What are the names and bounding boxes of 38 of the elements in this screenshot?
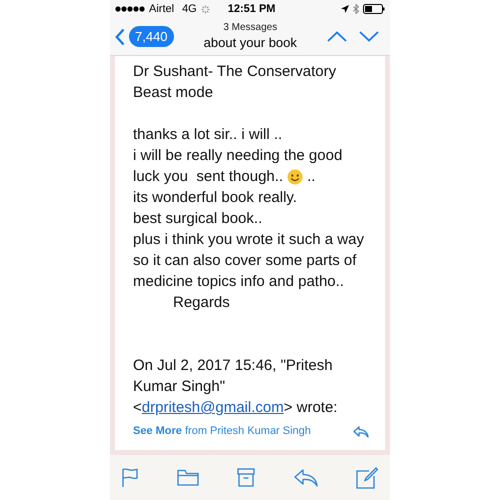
body-text-line: Beast mode	[133, 83, 214, 103]
email-link[interactable]: drpritesh@gmail.com	[142, 397, 284, 418]
body-text-line: Dr Sushant- The Conservatory	[133, 62, 336, 82]
body-text-line: thanks a lot sir.. i will ..	[133, 125, 282, 145]
body-text-line: medicine topics info and patho..	[133, 272, 344, 292]
back-chevron-icon[interactable]	[115, 28, 125, 46]
up-chevron-icon[interactable]	[327, 31, 347, 42]
quote-header-text: > wrote:	[284, 398, 338, 418]
bluetooth-icon	[353, 4, 359, 14]
spinner-icon	[200, 4, 210, 14]
body-text-line: luck you sent though..	[133, 167, 284, 187]
thread-count: 3 Messages	[223, 22, 278, 35]
unread-count-badge[interactable]: 7,440	[129, 26, 174, 48]
see-more-link[interactable]: See More from Pritesh Kumar Singh	[133, 421, 311, 442]
battery-icon	[363, 4, 385, 14]
quote-header-line: Kumar Singh"	[133, 377, 226, 397]
quote-header-text: <	[133, 398, 142, 418]
body-text-line: Regards	[172, 293, 230, 313]
archive-box-icon[interactable]	[237, 468, 255, 487]
reply-arrow-icon[interactable]	[353, 426, 369, 438]
body-text-line: plus i think you wrote it such a way	[133, 230, 364, 250]
down-chevron-icon[interactable]	[359, 31, 379, 42]
network-type: 4G	[182, 2, 197, 17]
thread-title: about your book	[204, 34, 297, 51]
body-text-line: so it can also cover some parts of	[133, 251, 356, 271]
folder-icon[interactable]	[176, 469, 198, 486]
body-text-line: best surgical book..	[133, 209, 262, 229]
body-text-line: ..	[307, 167, 316, 187]
quote-header-line: On Jul 2, 2017 15:46, "Pritesh	[133, 356, 333, 376]
flag-icon[interactable]	[122, 468, 138, 488]
carrier-name: Airtel	[149, 2, 174, 17]
signal-icon	[115, 6, 145, 12]
compose-icon[interactable]	[356, 466, 378, 488]
clock-time: 12:51 PM	[228, 2, 276, 17]
body-text-line: its wonderful book really.	[133, 188, 297, 208]
body-text-line: i will be really needing the good	[133, 146, 342, 166]
location-arrow-icon	[341, 5, 349, 13]
reply-arrow-icon[interactable]	[294, 468, 318, 486]
